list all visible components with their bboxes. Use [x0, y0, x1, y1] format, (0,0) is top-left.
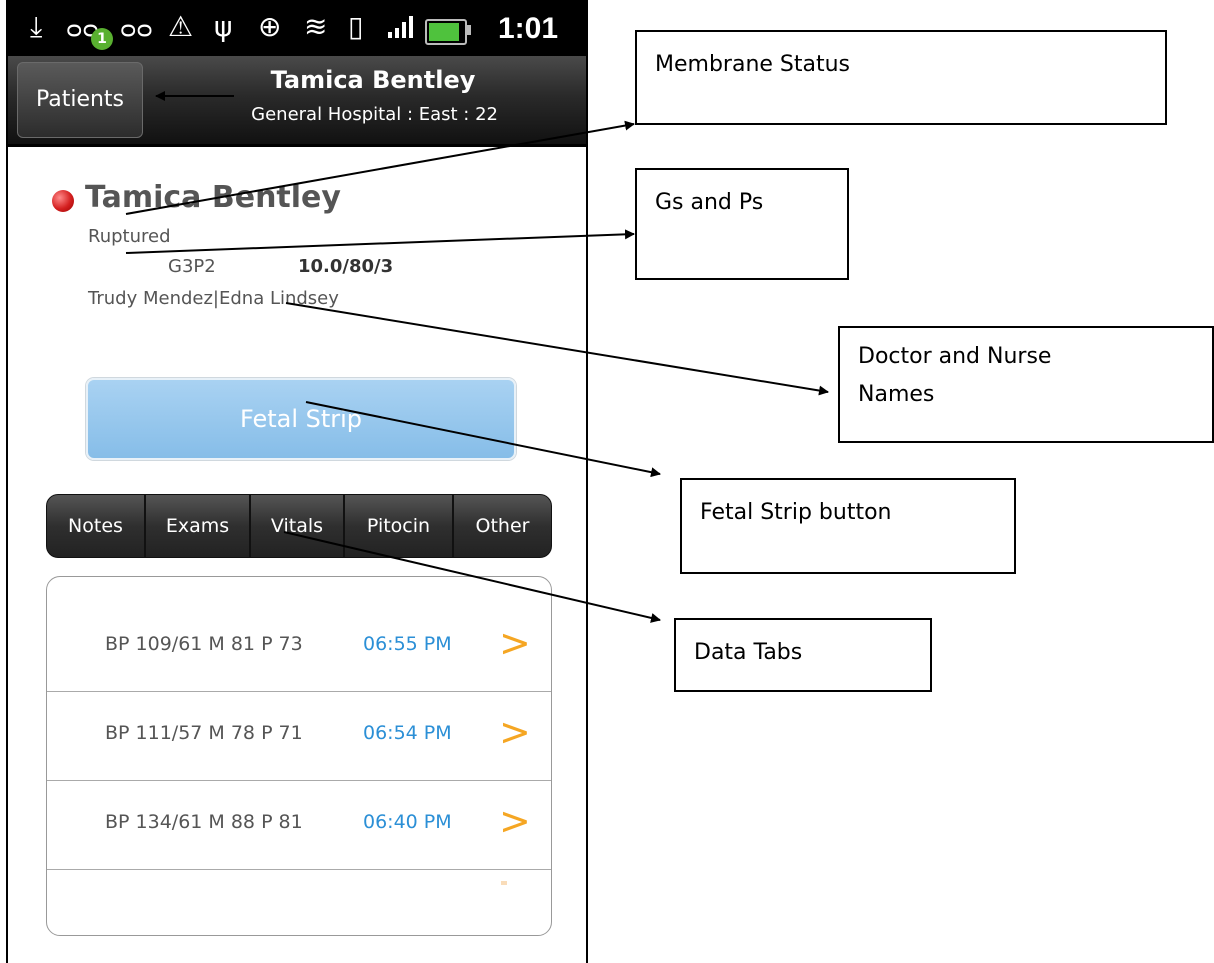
annotation-arrows	[125, 91, 829, 623]
arrow-data-tabs	[283, 531, 661, 623]
arrow-fetal-strip	[305, 401, 661, 478]
arrow-membrane-status	[125, 120, 635, 215]
arrow-gs-ps	[125, 229, 635, 254]
arrow-doctor-nurse	[285, 302, 829, 396]
